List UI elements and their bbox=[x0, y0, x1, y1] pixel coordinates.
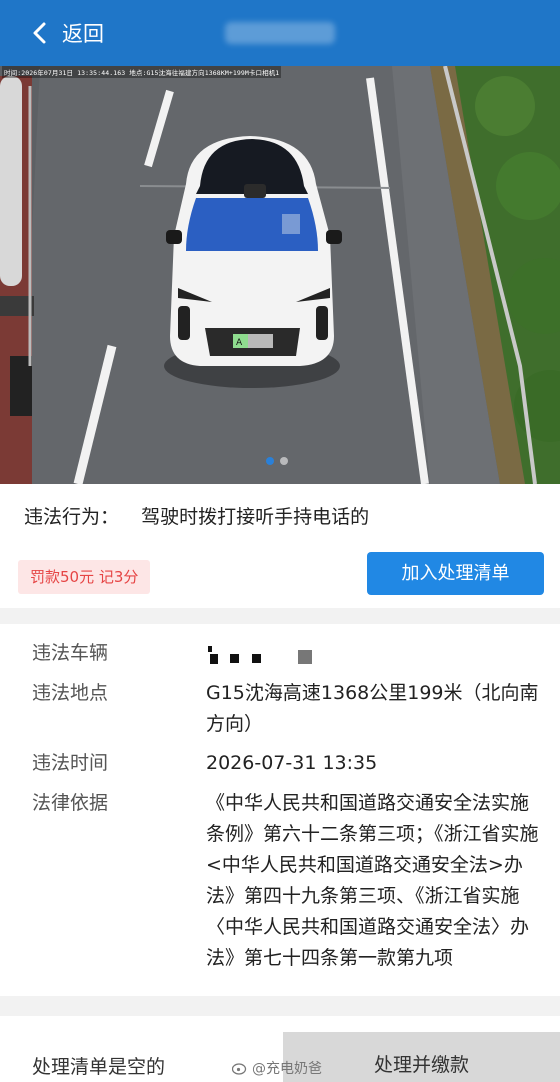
page-dot-active[interactable] bbox=[266, 457, 274, 465]
evidence-photo[interactable]: A 时间:2026年07月31日 13:35:44.163 地点:G15沈海往福… bbox=[0, 66, 560, 484]
back-button[interactable]: 返回 bbox=[0, 0, 104, 66]
page-title-blurred bbox=[225, 22, 335, 44]
violation-row: 违法行为： 驾驶时拨打接听手持电话的 bbox=[24, 502, 369, 529]
chevron-left-icon bbox=[33, 22, 46, 44]
weibo-icon bbox=[232, 1063, 247, 1075]
location-value: G15沈海高速1368公里199米（北向南方向） bbox=[206, 682, 539, 735]
time-value: 2026-07-31 13:35 bbox=[206, 752, 378, 774]
time-label: 违法时间 bbox=[32, 752, 109, 774]
empty-list-text: 处理清单是空的 bbox=[32, 1056, 166, 1078]
vehicle-label: 违法车辆 bbox=[32, 642, 109, 664]
page-dot[interactable] bbox=[280, 457, 288, 465]
location-label: 违法地点 bbox=[32, 682, 109, 704]
details-card: 违法车辆 违法地点 G15沈海高速1368公里199米（北向南方向） 违法时间 … bbox=[0, 624, 560, 996]
watermark-text: @充电奶爸 bbox=[252, 1061, 322, 1077]
svg-text:A: A bbox=[236, 338, 243, 348]
process-and-pay-button[interactable]: 处理并缴款 bbox=[283, 1032, 560, 1082]
fine-badge: 罚款50元 记3分 bbox=[18, 560, 151, 594]
legal-basis-value: 《中华人民共和国道路交通安全法实施条例》第六十二条第三项；《浙江省实施<中华人民… bbox=[206, 792, 539, 969]
photo-caption: 时间:2026年07月31日 13:35:44.163 地点:G15沈海往福建方… bbox=[2, 66, 282, 78]
page-indicator bbox=[266, 457, 288, 465]
back-label: 返回 bbox=[62, 22, 104, 46]
violation-value: 驾驶时拨打接听手持电话的 bbox=[141, 506, 370, 528]
violation-card: 违法行为： 驾驶时拨打接听手持电话的 罚款50元 记3分 加入处理清单 bbox=[0, 484, 560, 608]
violation-label: 违法行为： bbox=[24, 506, 120, 528]
highway-photo-image: A bbox=[0, 66, 560, 484]
watermark: @充电奶爸 bbox=[232, 1058, 322, 1078]
top-bar: 返回 bbox=[0, 0, 560, 66]
legal-basis-label: 法律依据 bbox=[32, 792, 109, 814]
add-to-list-button[interactable]: 加入处理清单 bbox=[367, 552, 544, 595]
masked-plate-number bbox=[206, 642, 336, 670]
